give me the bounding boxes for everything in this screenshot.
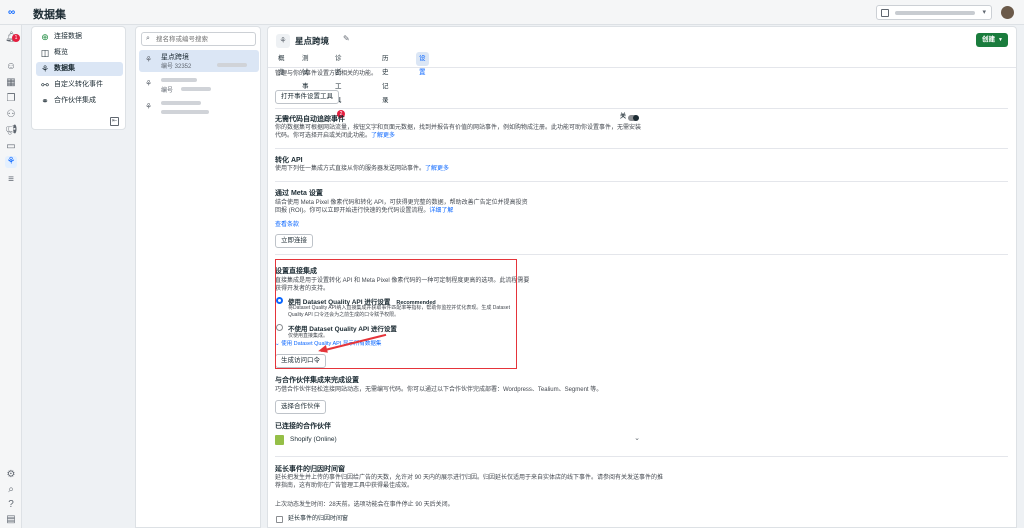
- tab-overview[interactable]: 概览: [275, 52, 288, 76]
- dataset-icon: ⚘: [145, 55, 153, 64]
- divider: [275, 148, 1008, 149]
- gear-icon[interactable]: ⚙: [5, 469, 17, 481]
- dataset-icon: ⚘: [145, 102, 153, 111]
- dataset-item[interactable]: ⚘ 编号: [139, 74, 259, 96]
- redacted-text: [161, 78, 197, 82]
- nocode-toggle[interactable]: [628, 115, 639, 121]
- settings-panel: ⚘ 星点跨境 ✎ 创建 ▼ 概览 测试事件 诊断工具2 历史记录 设置 管理与你…: [267, 26, 1017, 528]
- avatar[interactable]: [1001, 6, 1014, 19]
- search-input[interactable]: [156, 34, 254, 44]
- select-partner-button[interactable]: 选择合作伙伴: [275, 400, 326, 414]
- handshake-icon: ⚭: [41, 96, 49, 106]
- attribution-desc-line1: 延长把发生并上传的事件归因给广告的天数，允许对 90 天内的展示进行归因。归因延…: [275, 475, 664, 481]
- dataset-title: 星点跨境: [295, 36, 330, 46]
- learn-more-link[interactable]: 详细了解: [429, 208, 453, 214]
- meta-setup-desc-line1: 结合使用 Meta Pixel 像素代码和转化 API，可获得更完整的数据，帮助…: [275, 200, 528, 206]
- dataset-list: ⌕ ⚘ 星点跨境 编号 32352 ⚘ 编号 ⚘: [135, 26, 261, 528]
- emoji-icon[interactable]: ☺: [5, 61, 17, 73]
- tab-history[interactable]: 历史记录: [379, 52, 392, 104]
- nocode-title: 无需代码自动追踪事件: [275, 116, 345, 123]
- partner-name: Shopify (Online): [290, 436, 337, 443]
- extend-attribution-checkbox[interactable]: [276, 516, 283, 523]
- megaphone-icon[interactable]: 📢︎: [5, 125, 18, 137]
- divider: [275, 254, 1008, 255]
- account-name-redacted: [895, 11, 975, 15]
- connected-partners-title: 已连接的合作伙伴: [275, 423, 331, 430]
- dataset-item[interactable]: ⚘ 星点跨境 编号 32352: [139, 50, 259, 72]
- dashboard-icon: ◫: [40, 48, 50, 58]
- report-icon[interactable]: ▤: [5, 514, 17, 526]
- divider: [275, 181, 1008, 182]
- highlight-box: [275, 259, 517, 369]
- collapse-panel-icon[interactable]: ⇤: [110, 117, 119, 126]
- grid-icon[interactable]: ▦: [5, 77, 17, 89]
- nav-item-custom-conversions[interactable]: ⚯ 自定义转化事件: [36, 78, 123, 92]
- caret-down-icon: ▼: [998, 37, 1003, 43]
- top-bar: ∞ 数据集 ▾: [0, 0, 1024, 25]
- attribution-title: 延长事件的归因时间窗: [275, 466, 345, 473]
- search-icon: ⌕: [146, 35, 150, 42]
- shopify-partner-row[interactable]: Shopify (Online) ⌄: [275, 433, 640, 447]
- nav-item-datasets[interactable]: ⚘ 数据集: [36, 62, 123, 76]
- shopify-logo-icon: [275, 435, 284, 445]
- calendar-icon: [881, 9, 889, 17]
- nav-menu: ⊕ 连接数据 ◫ 概览 ⚘ 数据集 ⚯ 自定义转化事件 ⚭ 合作伙伴集成 ⇤: [31, 26, 126, 130]
- meta-setup-desc-line2: 回报 (ROI)。你可以立即开始进行快速的免代码设置流程。详细了解: [275, 208, 454, 214]
- redacted-text: [217, 63, 247, 67]
- help-icon[interactable]: ?: [5, 499, 17, 511]
- people-icon[interactable]: ⚇: [5, 109, 17, 121]
- page-title: 数据集: [33, 9, 66, 21]
- nav-item-overview[interactable]: ◫ 概览: [36, 46, 123, 60]
- tab-diagnostics[interactable]: 诊断工具2: [332, 52, 348, 118]
- notification-badge: 1: [12, 34, 20, 42]
- nav-item-connect-data[interactable]: ⊕ 连接数据: [36, 30, 123, 44]
- capi-description: 使用下列任一集成方式直接从你的服务器发送网站事件。了解更多: [275, 166, 450, 172]
- divider: [275, 108, 1008, 109]
- menu-icon[interactable]: ≡: [5, 174, 17, 186]
- toggle-label: 关: [620, 114, 627, 120]
- partner-description: 巧借合作伙伴轻松连接网站动态，无需编写代码。你可以通过以下合作伙伴完成部署：Wo…: [275, 387, 603, 393]
- extend-attribution-label: 延长事件的归因时间窗: [288, 516, 349, 522]
- account-selector[interactable]: ▾: [876, 5, 992, 20]
- chevron-down-icon: ▾: [982, 9, 986, 16]
- nocode-description: 你的数据集可根据网站流量，按钮文字和页面元数据，找到并报告有价值的网站事件，例如…: [275, 125, 642, 139]
- tab-test-events[interactable]: 测试事件: [299, 52, 312, 104]
- datasets-icon: ⚘: [40, 64, 50, 74]
- dataset-search: ⌕: [141, 32, 256, 46]
- connect-now-button[interactable]: 立即连接: [275, 234, 313, 248]
- dataset-item[interactable]: ⚘: [139, 97, 259, 119]
- attribution-status: 上次动态发生时间：28天前。选项功能会在事件停止 90 天后关闭。: [275, 502, 454, 508]
- divider: [268, 67, 1016, 68]
- open-event-setup-tool-button[interactable]: 打开事件设置工具: [275, 90, 339, 104]
- view-terms-link[interactable]: 查看条款: [275, 221, 299, 229]
- meta-logo-icon[interactable]: ∞: [8, 7, 22, 18]
- divider: [275, 456, 1008, 457]
- partner-title: 与合作伙伴集成来完成设置: [275, 377, 359, 384]
- intro-text: 管理与你的事件设置方式相关的功能。: [275, 71, 378, 77]
- tab-settings[interactable]: 设置: [416, 52, 429, 76]
- redacted-text: [181, 87, 211, 91]
- datasets-icon[interactable]: ⚘: [5, 156, 17, 168]
- pencil-icon[interactable]: ✎: [343, 34, 350, 43]
- attribution-desc-line2: 荐指南，这有助你在广告管理工具中获得最佳成效。: [275, 483, 414, 489]
- capi-title: 转化 API: [275, 157, 303, 164]
- redacted-text: [161, 101, 201, 105]
- learn-more-link[interactable]: 了解更多: [371, 133, 395, 139]
- chevron-down-icon: ⌄: [634, 435, 640, 442]
- learn-more-link[interactable]: 了解更多: [425, 166, 449, 172]
- custom-conversion-icon: ⚯: [41, 80, 49, 90]
- create-button[interactable]: 创建 ▼: [976, 33, 1008, 47]
- dataset-icon: ⚘: [276, 34, 290, 48]
- dataset-icon: ⚘: [145, 79, 153, 88]
- card-icon[interactable]: ▭: [5, 141, 17, 153]
- nav-item-partner-integrations[interactable]: ⚭ 合作伙伴集成: [36, 94, 123, 108]
- plus-circle-icon: ⊕: [41, 32, 49, 42]
- meta-setup-title: 通过 Meta 设置: [275, 190, 323, 197]
- search-icon[interactable]: ⌕: [5, 484, 17, 496]
- pages-icon[interactable]: ❐: [5, 93, 17, 105]
- left-rail: 🔔︎ ☺ ▦ ❐ ⚇ 📢︎ ▭ ⚘ ≡ ⚙ ⌕ ? ▤: [0, 25, 22, 528]
- redacted-text: [161, 110, 209, 114]
